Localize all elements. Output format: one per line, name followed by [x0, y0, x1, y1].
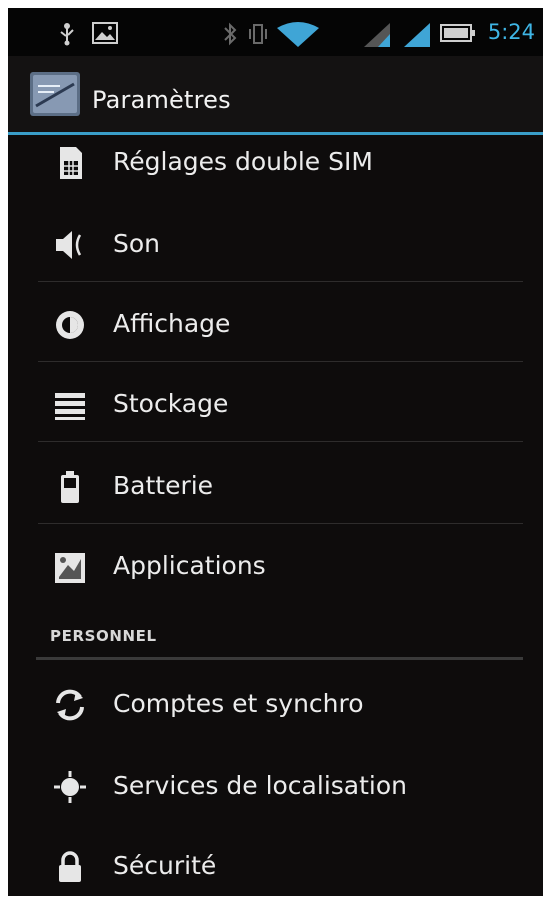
settings-item-accounts-sync[interactable]: Comptes et synchro — [8, 665, 543, 745]
settings-item-label: Réglages double SIM — [113, 147, 373, 176]
wifi-icon — [277, 22, 319, 47]
sim-card-icon — [60, 147, 82, 179]
settings-item-label: Batterie — [113, 471, 214, 500]
section-divider — [36, 657, 523, 660]
settings-item-label: Services de localisation — [113, 771, 407, 800]
settings-item-label: Applications — [113, 551, 266, 580]
storage-icon — [55, 393, 85, 420]
image-icon — [92, 22, 118, 44]
list-divider — [38, 523, 523, 524]
settings-item-storage[interactable]: Stockage — [8, 365, 543, 445]
list-divider — [38, 441, 523, 442]
battery-icon — [440, 24, 475, 42]
status-bar: 5:24 — [8, 8, 543, 56]
settings-item-sound[interactable]: Son — [8, 205, 543, 285]
speaker-icon — [56, 231, 82, 259]
settings-item-label: Stockage — [113, 389, 229, 418]
brightness-icon — [56, 311, 84, 339]
list-divider — [38, 361, 523, 362]
signal-sim2-icon — [404, 23, 430, 47]
settings-item-label: Comptes et synchro — [113, 689, 364, 718]
settings-item-location[interactable]: Services de localisation — [8, 747, 543, 827]
location-icon — [54, 771, 86, 803]
vibrate-icon — [249, 24, 267, 44]
sync-icon — [56, 689, 84, 721]
bluetooth-icon — [224, 22, 237, 46]
settings-app-icon[interactable] — [30, 72, 80, 116]
settings-item-label: Affichage — [113, 309, 231, 338]
settings-item-dual-sim[interactable]: Réglages double SIM — [8, 123, 543, 203]
clock: 5:24 — [487, 20, 535, 44]
settings-item-security[interactable]: Sécurité — [8, 827, 543, 896]
page-title: Paramètres — [92, 86, 231, 114]
settings-item-label: Son — [113, 229, 161, 258]
list-divider — [38, 281, 523, 282]
lock-icon — [59, 851, 81, 882]
battery-icon — [61, 471, 79, 503]
settings-item-battery[interactable]: Batterie — [8, 447, 543, 527]
settings-item-label: Sécurité — [113, 851, 217, 880]
section-header-personal: PERSONNEL — [50, 627, 157, 645]
usb-icon — [60, 23, 74, 46]
applications-icon — [55, 553, 85, 583]
settings-item-display[interactable]: Affichage — [8, 285, 543, 365]
phone-screen: 5:24 Paramètres Réglages double SIM Son … — [8, 8, 543, 896]
settings-item-applications[interactable]: Applications — [8, 527, 543, 607]
signal-sim1-icon — [364, 23, 390, 47]
